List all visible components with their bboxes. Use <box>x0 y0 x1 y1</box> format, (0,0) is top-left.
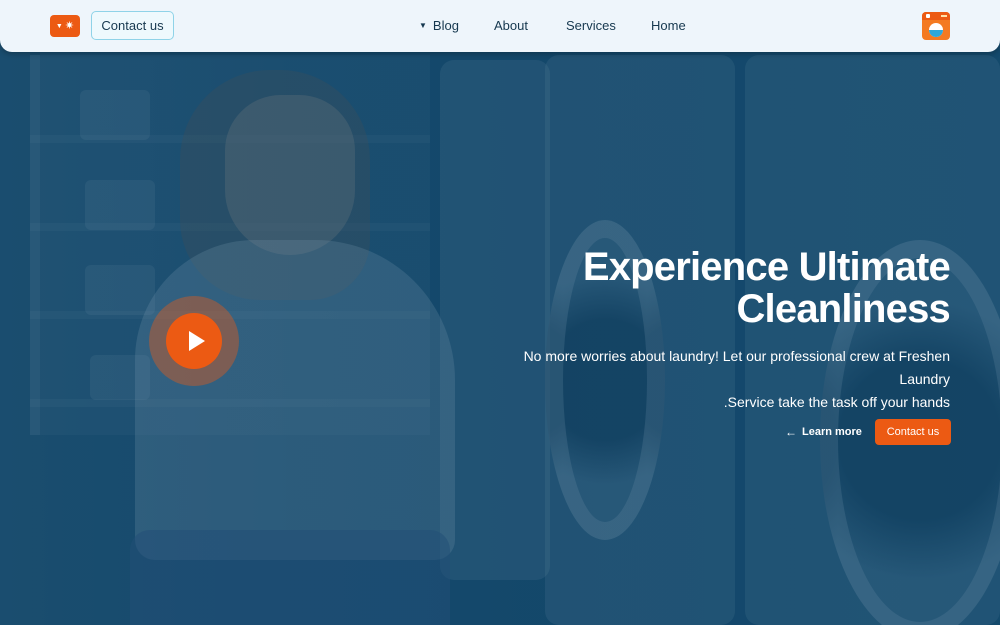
site-header: ▼ ✷ Contact us ▼ Blog About Services Hom… <box>0 0 1000 52</box>
washing-machine-logo-icon[interactable] <box>922 12 950 40</box>
learn-more-link[interactable]: ← Learn more <box>785 425 862 439</box>
hero-title-line: Cleanliness <box>736 287 950 331</box>
play-icon <box>188 331 205 351</box>
nav-item-label: Services <box>566 18 616 33</box>
hero-title: Experience Ultimate Cleanliness <box>430 245 951 331</box>
play-button-core <box>166 313 222 369</box>
nav-item-blog[interactable]: ▼ Blog <box>419 18 459 33</box>
nav-item-about[interactable]: About <box>494 18 528 33</box>
logo-water <box>929 30 943 37</box>
logo-dot <box>926 14 930 18</box>
caret-down-icon: ▼ <box>55 22 63 30</box>
hero-subtitle-line: No more worries about laundry! Let our p… <box>523 348 950 387</box>
hero-contact-button[interactable]: Contact us <box>875 419 951 445</box>
header-contact-button[interactable]: Contact us <box>91 11 174 40</box>
nav-item-home[interactable]: Home <box>651 18 686 33</box>
nav-item-label: Blog <box>432 18 459 33</box>
hero-title-line: Experience Ultimate <box>582 245 951 289</box>
sun-icon: ✷ <box>64 19 75 32</box>
hero-subtitle: No more worries about laundry! Let our p… <box>470 345 950 414</box>
video-play-button[interactable] <box>149 296 239 386</box>
nav-item-label: Home <box>651 18 686 33</box>
hero-subtitle-line: .Service take the task off your hands <box>723 394 950 410</box>
logo-drum <box>929 23 943 37</box>
nav-item-services[interactable]: Services <box>566 18 616 33</box>
logo-dot <box>941 15 947 17</box>
learn-more-label: Learn more <box>802 426 862 438</box>
language-switcher[interactable]: ▼ ✷ <box>50 15 80 37</box>
arrow-left-icon: ← <box>785 425 797 439</box>
caret-down-icon: ▼ <box>419 21 427 30</box>
nav-item-label: About <box>494 18 528 33</box>
